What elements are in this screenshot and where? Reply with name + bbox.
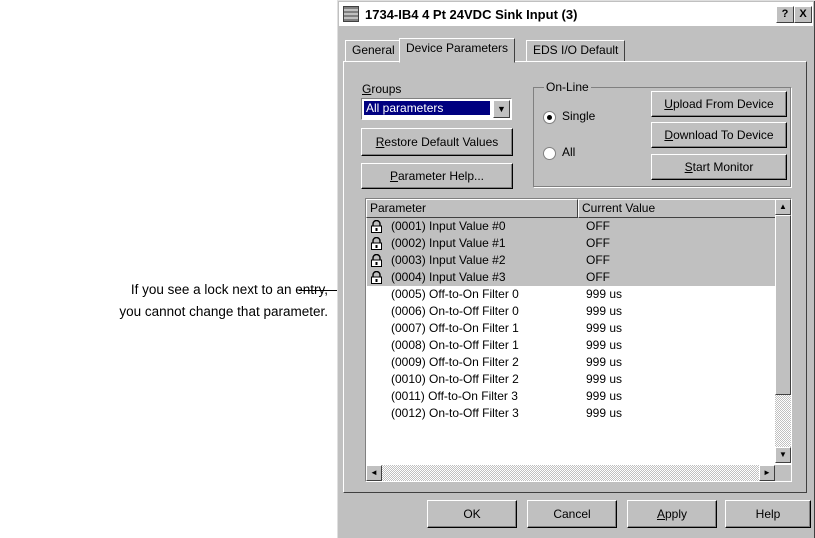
dialog-window: 1734-IB4 4 Pt 24VDC Sink Input (3) ? X G… xyxy=(337,0,815,538)
start-monitor-button[interactable]: Start Monitor xyxy=(651,154,787,180)
table-row[interactable]: (0002) Input Value #1 OFF xyxy=(367,235,775,252)
table-row[interactable]: (0008) On-to-Off Filter 1 999 us xyxy=(367,337,775,354)
table-row[interactable]: (0012) On-to-Off Filter 3 999 us xyxy=(367,405,775,422)
close-button[interactable]: X xyxy=(794,6,812,23)
parameter-value: 999 us xyxy=(586,372,623,386)
parameter-value: 999 us xyxy=(586,389,623,403)
parameter-name: (0009) Off-to-On Filter 2 xyxy=(391,355,519,369)
radio-all[interactable] xyxy=(543,147,556,160)
parameter-value: OFF xyxy=(586,270,610,284)
parameter-value: OFF xyxy=(586,219,610,233)
online-title: On-Line xyxy=(544,80,591,94)
lock-icon xyxy=(371,271,382,284)
scroll-left-icon[interactable]: ◄ xyxy=(366,465,382,481)
radio-single-label: Single xyxy=(562,109,596,123)
lock-icon xyxy=(371,237,382,250)
radio-all-label: All xyxy=(562,145,576,159)
window-title: 1734-IB4 4 Pt 24VDC Sink Input (3) xyxy=(365,6,578,22)
parameter-name: (0002) Input Value #1 xyxy=(391,236,506,250)
upload-from-device-button[interactable]: Upload From Device xyxy=(651,91,787,117)
table-row[interactable]: (0006) On-to-Off Filter 0 999 us xyxy=(367,303,775,320)
annotation-line-2: you cannot change that parameter. xyxy=(119,304,328,319)
lock-icon xyxy=(371,220,382,233)
radio-single[interactable] xyxy=(543,111,556,124)
system-menu-icon[interactable] xyxy=(343,6,359,22)
parameter-name: (0004) Input Value #3 xyxy=(391,270,506,284)
column-header-current-value[interactable]: Current Value xyxy=(578,199,777,218)
table-row[interactable]: (0004) Input Value #3 OFF xyxy=(367,269,775,286)
download-to-device-button[interactable]: Download To Device xyxy=(651,122,787,148)
table-row[interactable]: (0009) Off-to-On Filter 2 999 us xyxy=(367,354,775,371)
table-row[interactable]: (0005) Off-to-On Filter 0 999 us xyxy=(367,286,775,303)
parameter-help-button[interactable]: Parameter Help... xyxy=(361,163,513,189)
parameter-name: (0012) On-to-Off Filter 3 xyxy=(391,406,519,420)
parameter-value: 999 us xyxy=(586,321,623,335)
scroll-up-icon[interactable]: ▲ xyxy=(775,199,791,215)
parameter-name: (0001) Input Value #0 xyxy=(391,219,506,233)
parameter-name: (0005) Off-to-On Filter 0 xyxy=(391,287,519,301)
parameter-name: (0011) Off-to-On Filter 3 xyxy=(391,389,518,403)
help-title-button[interactable]: ? xyxy=(776,6,794,23)
table-row[interactable]: (0007) Off-to-On Filter 1 999 us xyxy=(367,320,775,337)
table-row[interactable]: (0001) Input Value #0 OFF xyxy=(367,218,775,235)
tab-eds-io-default[interactable]: EDS I/O Default xyxy=(526,40,626,62)
groups-label: Groups xyxy=(362,82,402,96)
table-row[interactable]: (0011) Off-to-On Filter 3 999 us xyxy=(367,388,775,405)
scroll-thumb[interactable] xyxy=(775,215,791,395)
parameter-name: (0010) On-to-Off Filter 2 xyxy=(391,372,519,386)
parameter-value: 999 us xyxy=(586,304,623,318)
table-row[interactable]: (0003) Input Value #2 OFF xyxy=(367,252,775,269)
annotation-text: If you see a lock next to an entry, you … xyxy=(30,279,328,323)
scroll-down-icon[interactable]: ▼ xyxy=(775,447,791,463)
scroll-right-icon[interactable]: ► xyxy=(759,465,775,481)
parameter-value: 999 us xyxy=(586,355,623,369)
apply-button[interactable]: Apply xyxy=(627,500,717,528)
title-bar: 1734-IB4 4 Pt 24VDC Sink Input (3) ? X xyxy=(339,2,813,26)
parameter-list[interactable]: Parameter Current Value (0001) Input Val… xyxy=(365,198,792,482)
tab-general[interactable]: General xyxy=(345,40,402,62)
parameter-value: OFF xyxy=(586,236,610,250)
parameter-name: (0006) On-to-Off Filter 0 xyxy=(391,304,519,318)
parameter-value: OFF xyxy=(586,253,610,267)
parameter-value: 999 us xyxy=(586,338,623,352)
lock-icon xyxy=(371,254,382,267)
ok-button[interactable]: OK xyxy=(427,500,517,528)
parameter-value: 999 us xyxy=(586,287,623,301)
parameter-name: (0003) Input Value #2 xyxy=(391,253,506,267)
horizontal-scrollbar[interactable]: ◄ ► xyxy=(366,465,775,481)
chevron-down-icon[interactable]: ▼ xyxy=(493,100,510,118)
restore-defaults-button[interactable]: Restore Default Values xyxy=(361,128,513,156)
tab-device-parameters[interactable]: Device Parameters xyxy=(399,38,516,63)
annotation-line-1: If you see a lock next to an entry, xyxy=(130,282,328,297)
groups-selected-value: All parameters xyxy=(364,101,490,115)
table-row[interactable]: (0010) On-to-Off Filter 2 999 us xyxy=(367,371,775,388)
scroll-corner xyxy=(775,465,791,481)
parameter-name: (0008) On-to-Off Filter 1 xyxy=(391,338,519,352)
cancel-button[interactable]: Cancel xyxy=(527,500,617,528)
groups-dropdown[interactable]: All parameters ▼ xyxy=(361,98,512,120)
parameter-value: 999 us xyxy=(586,406,623,420)
column-header-parameter[interactable]: Parameter xyxy=(366,199,578,218)
help-button[interactable]: Help xyxy=(725,500,811,528)
vertical-scrollbar[interactable]: ▲ ▼ xyxy=(775,199,791,463)
parameter-name: (0007) Off-to-On Filter 1 xyxy=(391,321,519,335)
